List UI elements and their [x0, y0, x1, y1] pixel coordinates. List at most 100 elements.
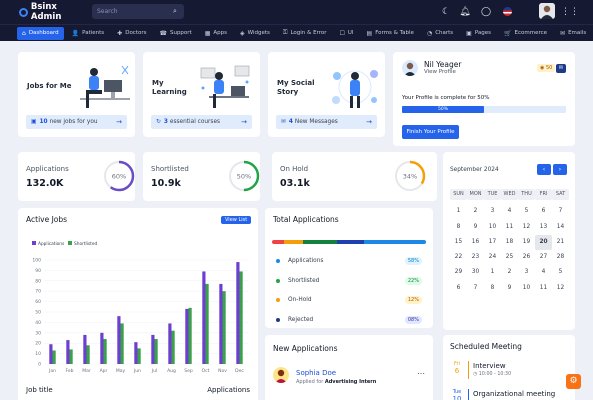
nav-item-ui[interactable]: ☐ UI	[334, 27, 358, 40]
bar-applications-dec[interactable]	[236, 262, 240, 364]
bar-shortlisted-mar[interactable]	[86, 345, 90, 364]
nav-item-widgets[interactable]: ◈ Widgets	[235, 27, 275, 40]
bell-icon[interactable]: 🔔︎	[459, 6, 471, 18]
bar-applications-mar[interactable]	[83, 334, 87, 364]
flag-icon[interactable]	[503, 7, 512, 16]
mail-icon[interactable]: ✉	[556, 64, 566, 73]
calendar-day[interactable]: 1	[484, 265, 501, 280]
calendar-day[interactable]: 26	[518, 250, 535, 265]
calendar-day[interactable]: 10	[518, 281, 535, 296]
bar-applications-jun[interactable]	[134, 342, 138, 364]
bar-shortlisted-jun[interactable]	[137, 348, 141, 364]
calendar-day[interactable]: 7	[552, 204, 569, 219]
promo-card-learning[interactable]: My Learning ↻ 3 essential courses →	[143, 52, 260, 137]
promo-action[interactable]: ▣ 10 new jobs for you →	[26, 115, 127, 129]
bar-applications-jan[interactable]	[49, 344, 53, 364]
more-icon[interactable]: ⋯	[417, 369, 425, 378]
bar-shortlisted-sep[interactable]	[188, 307, 192, 364]
nav-item-charts[interactable]: ◔ Charts	[422, 27, 458, 40]
promo-card-social[interactable]: My Social Story ✉ 4 New Messages →	[268, 52, 385, 137]
calendar-day[interactable]: 16	[467, 235, 484, 250]
gear-icon[interactable]: ⚙	[566, 374, 581, 389]
list-item[interactable]: Sophia Doe Applied for Advertising Inter…	[273, 367, 425, 389]
calendar-day[interactable]: 4	[535, 265, 552, 280]
search-icon[interactable]: ⌕	[173, 7, 177, 16]
calendar-day[interactable]: 6	[535, 204, 552, 219]
calendar-day[interactable]: 6	[450, 281, 467, 296]
bar-applications-jul[interactable]	[151, 334, 155, 364]
search-input[interactable]	[97, 8, 169, 15]
next-month-icon[interactable]: ›	[553, 164, 567, 175]
bar-applications-may[interactable]	[117, 316, 121, 364]
calendar-day[interactable]: 8	[484, 281, 501, 296]
bar-shortlisted-nov[interactable]	[222, 291, 226, 364]
bar-shortlisted-aug[interactable]	[171, 330, 175, 364]
calendar-day[interactable]: 5	[552, 265, 569, 280]
nav-item-pages[interactable]: ▣ Pages	[461, 27, 496, 40]
bar-applications-apr[interactable]	[100, 332, 104, 364]
bar-applications-nov[interactable]	[219, 283, 223, 364]
nav-item-ecommerce[interactable]: 🛒 Ecommerce	[499, 27, 552, 40]
calendar-day[interactable]: 11	[501, 220, 518, 235]
calendar-day[interactable]: 9	[467, 220, 484, 235]
calendar-day[interactable]: 8	[450, 220, 467, 235]
chat-icon[interactable]: ◯	[480, 6, 492, 18]
calendar-day[interactable]: 20	[535, 234, 552, 251]
bar-shortlisted-jan[interactable]	[52, 350, 56, 364]
bar-shortlisted-apr[interactable]	[103, 339, 107, 364]
calendar-day[interactable]: 29	[450, 265, 467, 280]
calendar-day[interactable]: 13	[535, 220, 552, 235]
calendar-day[interactable]: 12	[518, 220, 535, 235]
meeting-item[interactable]: Fri 6 Interview ◷ 10:00 - 10:30	[450, 361, 568, 385]
avatar[interactable]	[539, 3, 555, 19]
bar-shortlisted-oct[interactable]	[205, 283, 209, 364]
calendar-day[interactable]: 2	[467, 204, 484, 219]
calendar-day[interactable]: 30	[467, 265, 484, 280]
moon-icon[interactable]: ☾	[440, 6, 452, 18]
promo-action[interactable]: ✉ 4 New Messages →	[276, 115, 377, 129]
calendar-day[interactable]: 3	[518, 265, 535, 280]
nav-item-doctors[interactable]: ✚ Doctors	[112, 27, 151, 40]
bar-applications-aug[interactable]	[168, 323, 172, 364]
bar-applications-sep[interactable]	[185, 308, 189, 364]
view-list-button[interactable]: View List	[221, 216, 252, 224]
calendar-day[interactable]: 17	[484, 235, 501, 250]
calendar-day[interactable]: 7	[467, 281, 484, 296]
grid-icon[interactable]: ⋮⋮	[561, 6, 579, 18]
promo-action[interactable]: ↻ 3 essential courses →	[151, 115, 252, 129]
calendar-day[interactable]: 14	[552, 220, 569, 235]
calendar-day[interactable]: 9	[501, 281, 518, 296]
nav-item-patients[interactable]: 👤 Patients	[67, 27, 110, 40]
nav-item-login-error[interactable]: ⚿ Login & Error	[278, 27, 332, 40]
finish-profile-button[interactable]: Finish Your Profile	[402, 125, 459, 139]
nav-item-dashboard[interactable]: ⌂ Dashboard	[17, 26, 64, 40]
nav-item-apps[interactable]: ▦ Apps	[200, 27, 232, 40]
calendar-day[interactable]: 21	[552, 235, 569, 250]
calendar-day[interactable]: 23	[467, 250, 484, 265]
calendar-day[interactable]: 15	[450, 235, 467, 250]
brand-logo[interactable]: Bsinx Admin	[19, 2, 89, 22]
bar-shortlisted-feb[interactable]	[69, 349, 73, 364]
bar-shortlisted-jul[interactable]	[154, 339, 158, 364]
calendar-day[interactable]: 22	[450, 250, 467, 265]
calendar-day[interactable]: 12	[552, 281, 569, 296]
bar-applications-oct[interactable]	[202, 271, 206, 364]
bar-applications-feb[interactable]	[66, 340, 70, 364]
calendar-day[interactable]: 10	[484, 220, 501, 235]
calendar-day[interactable]: 19	[518, 235, 535, 250]
calendar-day[interactable]: 3	[484, 204, 501, 219]
calendar-day[interactable]: 5	[518, 204, 535, 219]
coin-badge[interactable]: ◉ 50	[537, 64, 556, 72]
calendar-day[interactable]: 1	[450, 204, 467, 219]
calendar-day[interactable]: 11	[535, 281, 552, 296]
profile-avatar[interactable]	[402, 60, 418, 76]
search-box[interactable]: ⌕	[92, 4, 184, 19]
calendar-day[interactable]: 18	[501, 235, 518, 250]
calendar-day[interactable]: 2	[501, 265, 518, 280]
view-profile-link[interactable]: View Profile	[424, 69, 456, 75]
bar-shortlisted-dec[interactable]	[239, 271, 243, 364]
nav-item-emails[interactable]: ✉ Emails	[555, 27, 591, 40]
calendar-day[interactable]: 27	[535, 250, 552, 265]
bar-shortlisted-may[interactable]	[120, 323, 124, 364]
calendar-day[interactable]: 28	[552, 250, 569, 265]
